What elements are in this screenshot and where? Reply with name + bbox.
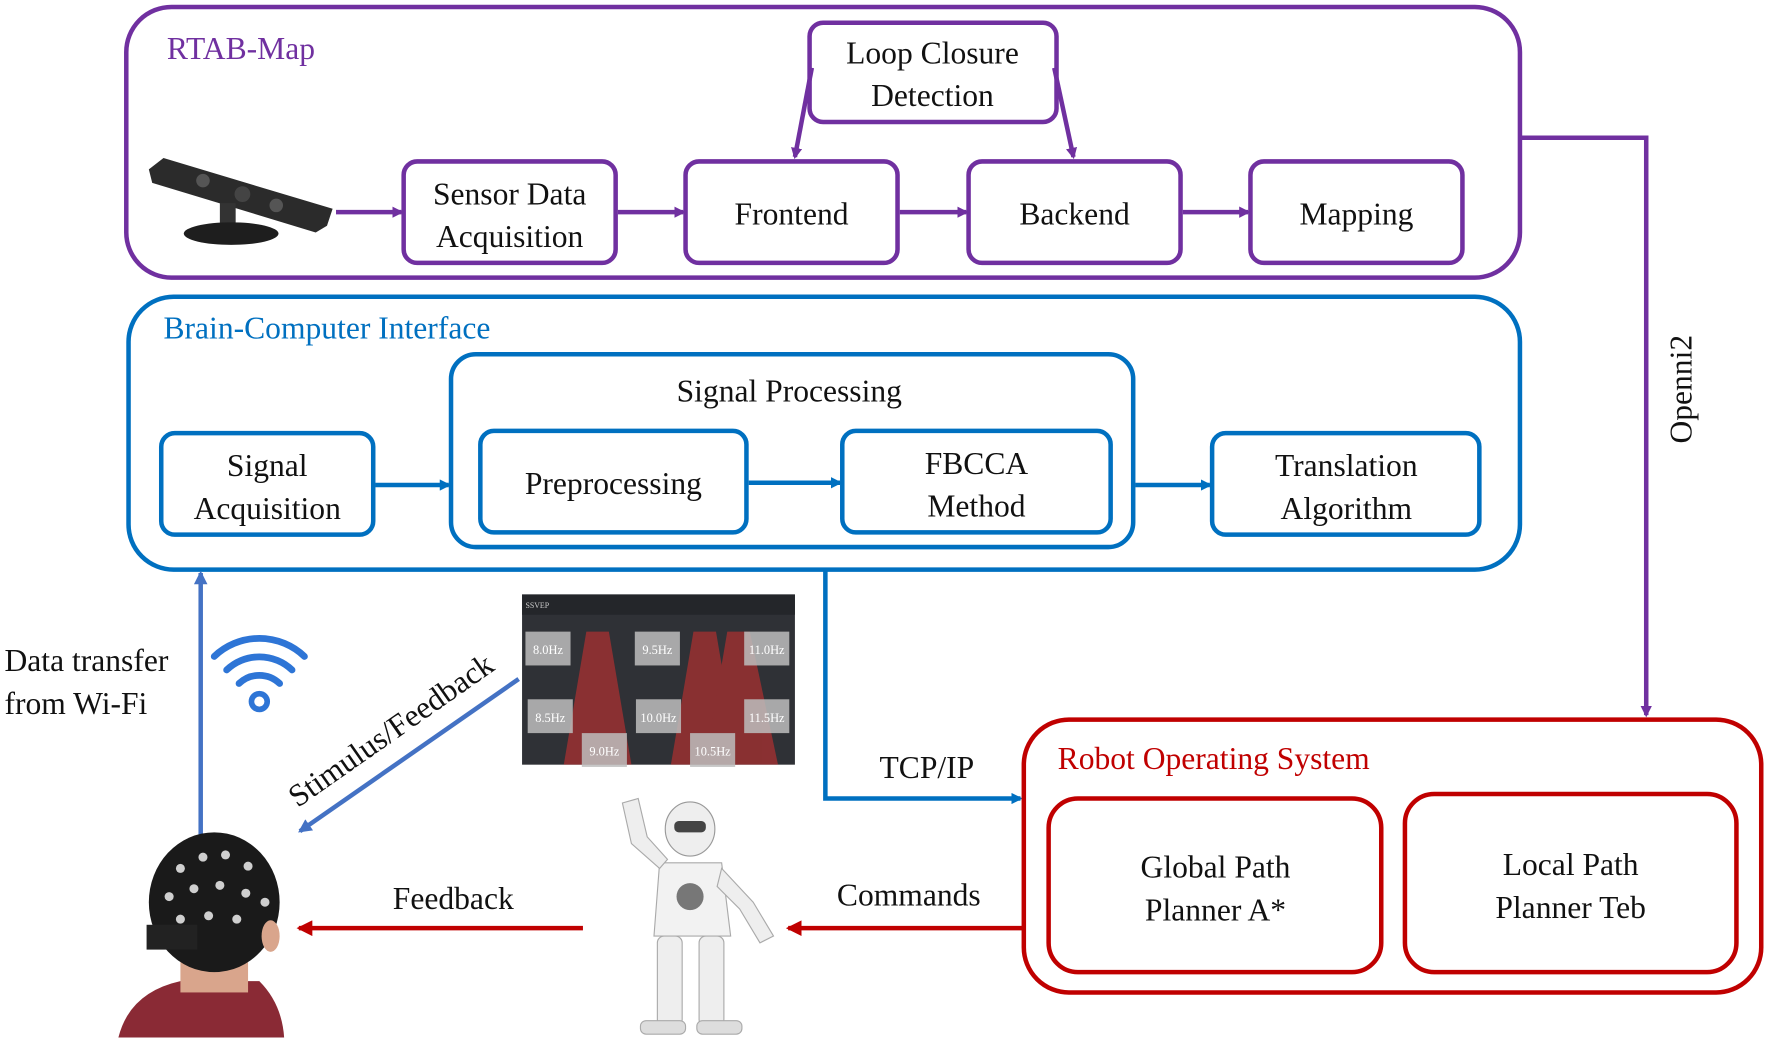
openni2-label: Openni2 xyxy=(1663,335,1698,444)
ros-group: Robot Operating System Global Path Plann… xyxy=(1021,717,1764,995)
feedback-label: Feedback xyxy=(393,881,514,916)
svg-text:Planner Teb: Planner Teb xyxy=(1495,890,1646,925)
preprocessing-box: Preprocessing xyxy=(478,428,749,535)
data-transfer-label: from Wi-Fi xyxy=(5,686,148,721)
fbcca-box: FBCCA Method xyxy=(840,428,1113,535)
ssvep-target-9.5Hz: 9.5Hz xyxy=(634,631,680,666)
svg-text:Backend: Backend xyxy=(1019,197,1130,232)
svg-text:Sensor Data: Sensor Data xyxy=(433,176,586,211)
tcp-ip-label: TCP/IP xyxy=(879,750,974,785)
svg-text:Translation: Translation xyxy=(1275,448,1418,483)
frontend-box: Frontend xyxy=(683,159,900,266)
rtab-map-group: RTAB-Map Loop Closure Detection Sensor D… xyxy=(124,4,1698,718)
backend-box: Backend xyxy=(966,159,1183,266)
ssvep-target-11.0Hz: 11.0Hz xyxy=(744,631,790,666)
ssvep-target-9.0Hz: 9.0Hz xyxy=(581,733,627,767)
ssvep-target-10.0Hz: 10.0Hz xyxy=(635,699,682,734)
commands-label: Commands xyxy=(837,878,981,913)
svg-text:9.0Hz: 9.0Hz xyxy=(589,745,619,759)
svg-text:Method: Method xyxy=(927,489,1025,524)
svg-text:Preprocessing: Preprocessing xyxy=(525,466,702,501)
svg-text:8.5Hz: 8.5Hz xyxy=(535,711,565,725)
svg-text:Loop Closure: Loop Closure xyxy=(846,35,1019,70)
ssvep-target-11.5Hz: 11.5Hz xyxy=(744,699,790,734)
svg-text:Acquisition: Acquisition xyxy=(194,491,342,526)
ssvep-target-10.5Hz: 10.5Hz xyxy=(690,733,736,767)
global-planner-box: Global Path Planner A* xyxy=(1046,796,1384,975)
ssvep-stimulus-screen: SSVEP 8.0Hz 9.5Hz 11.0Hz 8.5Hz 10.0Hz 11.5Hz 9… xyxy=(522,594,795,767)
bci-group: Brain-Computer Interface Signal Acquisit… xyxy=(126,294,1523,805)
rtab-map-title: RTAB-Map xyxy=(167,31,315,66)
svg-text:Algorithm: Algorithm xyxy=(1281,491,1413,526)
ros-title: Robot Operating System xyxy=(1058,741,1371,776)
sensor-data-box: Sensor Data Acquisition xyxy=(401,159,618,266)
svg-text:Planner A*: Planner A* xyxy=(1145,892,1286,927)
system-diagram: RTAB-Map Loop Closure Detection Sensor D… xyxy=(5,4,1764,1038)
svg-text:SSVEP: SSVEP xyxy=(525,601,549,610)
stimulus-label: Stimulus/Feedback xyxy=(282,646,500,814)
svg-text:10.5Hz: 10.5Hz xyxy=(695,745,732,759)
signal-acquisition-box: Signal Acquisition xyxy=(158,430,376,537)
svg-text:9.5Hz: 9.5Hz xyxy=(642,643,672,657)
nao-robot-photo xyxy=(621,797,775,1035)
svg-text:Mapping: Mapping xyxy=(1299,197,1413,232)
svg-text:Global Path: Global Path xyxy=(1141,849,1291,884)
svg-text:Frontend: Frontend xyxy=(735,197,849,232)
ssvep-target-8.5Hz: 8.5Hz xyxy=(527,699,573,734)
svg-text:Signal Processing: Signal Processing xyxy=(677,374,903,409)
svg-text:Local Path: Local Path xyxy=(1503,847,1639,882)
mapping-box: Mapping xyxy=(1248,159,1465,266)
data-transfer-label: Data transfer xyxy=(5,643,169,678)
user-eeg-cap-photo xyxy=(118,832,285,1038)
translation-box: Translation Algorithm xyxy=(1209,430,1482,537)
svg-text:FBCCA: FBCCA xyxy=(925,446,1029,481)
svg-text:Signal: Signal xyxy=(227,448,308,483)
svg-text:11.0Hz: 11.0Hz xyxy=(749,643,785,657)
ssvep-target-8.0Hz: 8.0Hz xyxy=(525,631,571,666)
svg-text:8.0Hz: 8.0Hz xyxy=(533,643,563,657)
bci-title: Brain-Computer Interface xyxy=(163,310,490,345)
svg-text:10.0Hz: 10.0Hz xyxy=(640,711,677,725)
wifi-icon xyxy=(210,635,308,713)
local-planner-box: Local Path Planner Teb xyxy=(1402,791,1739,975)
svg-text:Detection: Detection xyxy=(871,78,994,113)
depth-camera-photo xyxy=(148,158,333,245)
loop-closure-box: Loop Closure Detection xyxy=(807,20,1059,125)
svg-text:Acquisition: Acquisition xyxy=(436,219,584,254)
svg-text:11.5Hz: 11.5Hz xyxy=(749,711,785,725)
